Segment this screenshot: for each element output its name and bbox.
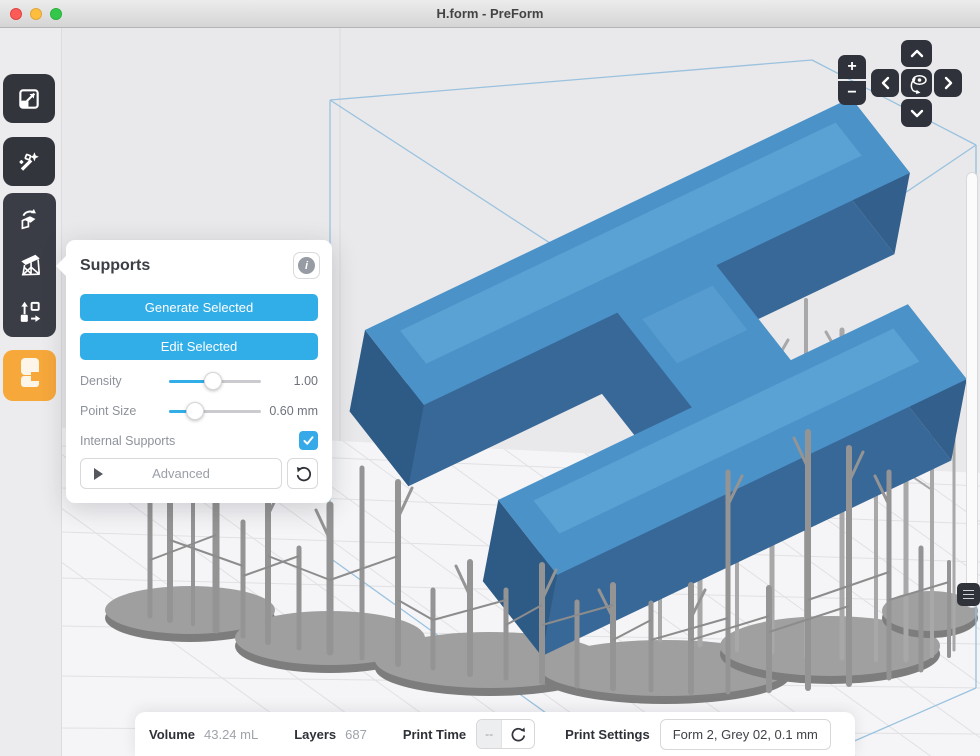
point-size-slider[interactable] [169, 410, 261, 413]
rotate-down-button[interactable] [901, 99, 932, 127]
panel-pointer-notch [56, 256, 66, 276]
sidebar-tool-group [3, 193, 56, 337]
rotate-left-button[interactable] [871, 69, 899, 97]
title-bar: H.form - PreForm [0, 0, 980, 28]
rotate-right-button[interactable] [934, 69, 962, 97]
window-title: H.form - PreForm [437, 6, 544, 21]
refresh-print-time-button[interactable] [502, 720, 534, 748]
layout-arrange-icon [17, 298, 43, 324]
zoom-in-button[interactable]: + [838, 55, 866, 79]
printer-select-button[interactable] [3, 350, 56, 401]
chevron-right-icon [944, 76, 953, 90]
print-time-group: -- [476, 719, 535, 749]
checkmark-icon [302, 434, 315, 447]
zoom-out-button[interactable]: − [838, 81, 866, 105]
zoom-window-button[interactable] [50, 8, 62, 20]
orient-rotate-icon [17, 206, 43, 232]
magic-wand-icon [16, 149, 42, 175]
internal-supports-label: Internal Supports [80, 434, 175, 448]
printer-icon [15, 355, 45, 396]
minus-icon: − [847, 85, 856, 101]
layers-label: Layers [294, 727, 336, 742]
chevron-left-icon [881, 76, 890, 90]
density-slider-thumb[interactable] [204, 372, 222, 390]
reset-supports-button[interactable] [287, 458, 318, 489]
print-time-value: -- [477, 720, 502, 748]
print-time-label: Print Time [403, 727, 466, 742]
sidebar-tool-one-click[interactable] [3, 137, 55, 186]
resize-icon [16, 86, 42, 112]
layers-value: 687 [345, 727, 367, 742]
info-icon: i [298, 257, 315, 274]
advanced-label: Advanced [152, 466, 210, 481]
panel-title: Supports [80, 257, 150, 275]
density-label: Density [80, 374, 122, 388]
sidebar-tool-orient[interactable] [3, 196, 56, 242]
close-window-button[interactable] [10, 8, 22, 20]
chevron-up-icon [910, 49, 924, 58]
point-size-label: Point Size [80, 404, 136, 418]
minimize-window-button[interactable] [30, 8, 42, 20]
info-button[interactable]: i [293, 252, 320, 279]
edit-selected-button[interactable]: Edit Selected [80, 333, 318, 360]
expand-triangle-icon [94, 468, 103, 480]
point-size-row: Point Size 0.60 mm [80, 401, 318, 421]
refresh-icon [510, 726, 527, 743]
reset-undo-icon [294, 465, 312, 483]
density-row: Density 1.00 [80, 371, 318, 391]
point-size-slider-thumb[interactable] [186, 402, 204, 420]
point-size-value: 0.60 mm [269, 404, 318, 418]
plus-icon: + [847, 59, 856, 75]
volume-value: 43.24 mL [204, 727, 258, 742]
supports-icon [17, 252, 43, 278]
print-settings-dropdown[interactable]: Form 2, Grey 02, 0.1 mm [660, 719, 831, 750]
supports-panel: Supports i Generate Selected Edit Select… [66, 240, 332, 503]
print-settings-label: Print Settings [565, 727, 650, 742]
generate-selected-button[interactable]: Generate Selected [80, 294, 318, 321]
sidebar-tool-size[interactable] [3, 74, 55, 123]
density-value: 1.00 [294, 374, 318, 388]
internal-supports-row: Internal Supports [80, 431, 318, 451]
volume-label: Volume [149, 727, 195, 742]
layer-slider-handle[interactable] [957, 583, 980, 606]
sidebar-tool-layout[interactable] [3, 288, 56, 334]
sidebar-tool-supports[interactable] [3, 242, 56, 288]
layer-slider-track[interactable] [966, 172, 978, 608]
grip-lines-icon [963, 590, 974, 592]
orbit-eye-icon [905, 72, 929, 94]
window-controls [10, 8, 62, 20]
tool-sidebar [0, 28, 62, 756]
status-bar: Volume 43.24 mL Layers 687 Print Time --… [135, 712, 855, 756]
reset-view-button[interactable] [901, 69, 932, 97]
advanced-button[interactable]: Advanced [80, 458, 282, 489]
rotate-up-button[interactable] [901, 40, 932, 67]
chevron-down-icon [910, 109, 924, 118]
density-slider[interactable] [169, 380, 261, 383]
internal-supports-checkbox[interactable] [299, 431, 318, 450]
